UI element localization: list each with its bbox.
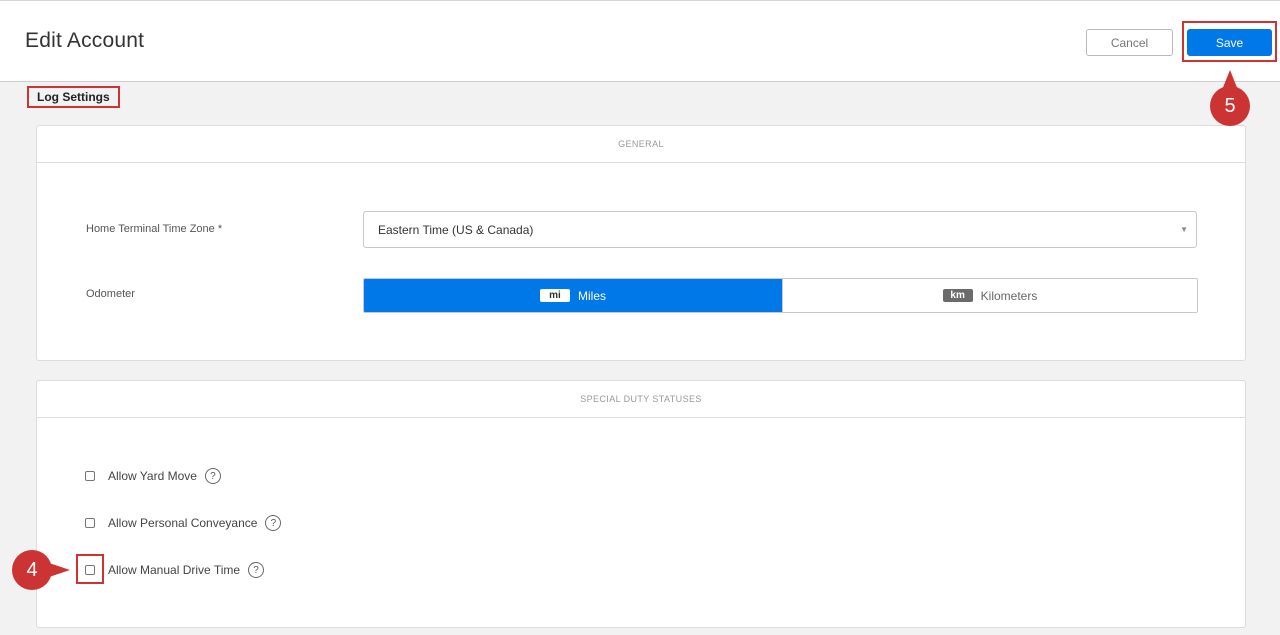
save-highlight-box xyxy=(1182,21,1277,62)
marker-pointer xyxy=(1222,70,1238,90)
help-icon[interactable]: ? xyxy=(248,562,265,578)
help-icon[interactable]: ? xyxy=(204,468,221,484)
special-duty-card-title: SPECIAL DUTY STATUSES xyxy=(37,381,1245,418)
timezone-value: Eastern Time (US & Canada) xyxy=(378,222,534,237)
page-title: Edit Account xyxy=(25,29,145,52)
timezone-label: Home Terminal Time Zone * xyxy=(86,223,223,235)
personal-conveyance-label: Allow Personal Conveyance xyxy=(108,516,258,530)
personal-conveyance-checkbox[interactable] xyxy=(85,518,95,528)
manual-drive-time-row: Allow Manual Drive Time ? xyxy=(85,562,265,578)
yard-move-checkbox[interactable] xyxy=(85,471,95,481)
marker-number: 4 xyxy=(26,558,38,581)
odometer-option-kilometers[interactable]: km Kilometers xyxy=(782,279,1197,312)
page-header: Edit Account Cancel Save xyxy=(0,0,1280,82)
miles-badge: mi xyxy=(539,289,570,302)
kilometers-label: Kilometers xyxy=(980,288,1038,303)
cancel-button[interactable]: Cancel xyxy=(1086,29,1173,56)
timezone-select[interactable]: Eastern Time (US & Canada) ▼ xyxy=(363,211,1197,248)
yard-move-row: Allow Yard Move ? xyxy=(85,468,221,484)
yard-move-label: Allow Yard Move xyxy=(108,469,197,483)
personal-conveyance-row: Allow Personal Conveyance ? xyxy=(85,515,282,531)
odometer-option-miles[interactable]: mi Miles xyxy=(364,279,782,312)
checkbox-highlight-box xyxy=(76,554,104,584)
odometer-toggle: mi Miles km Kilometers xyxy=(363,278,1198,313)
marker-number: 5 xyxy=(1224,94,1236,117)
section-heading-log-settings: Log Settings xyxy=(27,86,120,108)
special-duty-card: SPECIAL DUTY STATUSES Allow Yard Move ? … xyxy=(36,380,1246,628)
miles-label: Miles xyxy=(577,288,606,303)
manual-drive-time-label: Allow Manual Drive Time xyxy=(108,563,241,577)
general-card: GENERAL Home Terminal Time Zone * Easter… xyxy=(36,125,1246,361)
help-icon[interactable]: ? xyxy=(265,515,282,531)
caret-down-icon: ▼ xyxy=(1180,225,1188,234)
km-badge: km xyxy=(942,289,973,302)
general-card-title: GENERAL xyxy=(37,126,1245,163)
marker-pointer xyxy=(46,562,70,578)
odometer-label: Odometer xyxy=(86,288,135,300)
step-marker-4: 4 xyxy=(12,550,70,590)
step-marker-5: 5 xyxy=(1210,70,1250,126)
